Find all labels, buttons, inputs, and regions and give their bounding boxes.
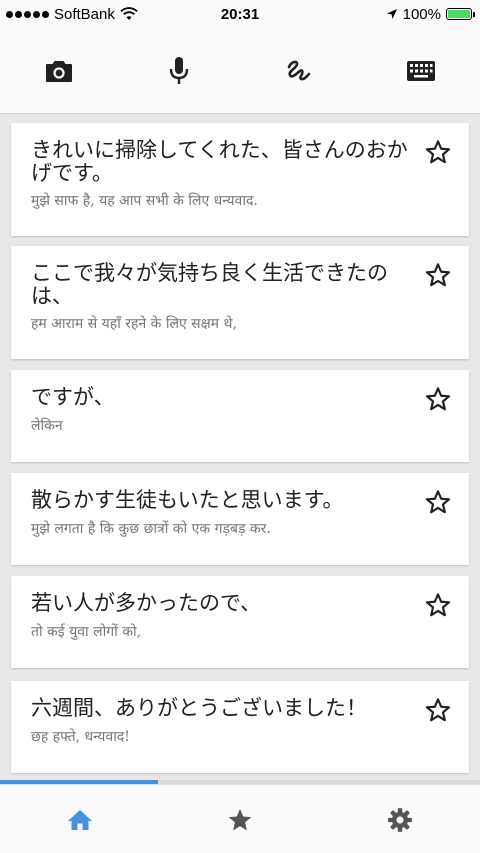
source-text: 六週間、ありがとうございました！ xyxy=(31,696,367,720)
source-text: きれいに掃除してくれた、皆さんのおかげです。 xyxy=(31,138,408,185)
translated-text: मुझे लगता है कि कुछ छात्रों को एक गड़बड़… xyxy=(31,521,271,537)
translation-card[interactable]: ここで我々が気持ち良く生活できたのは、 हम आराम से यहाँ रहने… xyxy=(11,246,469,359)
handwriting-button[interactable] xyxy=(282,54,316,88)
home-icon xyxy=(68,809,92,830)
microphone-icon xyxy=(169,57,189,84)
translation-card[interactable]: ですが、 लेकिन xyxy=(11,370,469,462)
translated-text: छह हफ्ते, धन्यवाद! xyxy=(31,729,130,745)
battery-percent: 100% xyxy=(402,5,441,23)
wifi-icon xyxy=(120,7,138,20)
battery-icon xyxy=(446,8,475,20)
star-outline-icon[interactable] xyxy=(425,139,451,165)
source-text: 若い人が多かったので、 xyxy=(31,591,262,615)
star-outline-icon[interactable] xyxy=(425,386,451,412)
source-text: 散らかす生徒もいたと思います。 xyxy=(31,488,344,512)
translation-card[interactable]: 六週間、ありがとうございました！ छह हफ्ते, धन्यवाद! xyxy=(11,681,469,773)
translated-text: लेकिन xyxy=(31,418,63,434)
translated-text: हम आराम से यहाँ रहने के लिए सक्षम थे, xyxy=(31,316,237,332)
translation-card[interactable]: 若い人が多かったので、 तो कई युवा लोगों को, xyxy=(11,576,469,668)
nav-settings-tab[interactable] xyxy=(320,785,480,853)
star-icon xyxy=(228,808,252,830)
translated-text: तो कई युवा लोगों को, xyxy=(31,624,142,640)
handwriting-icon xyxy=(287,60,311,81)
camera-icon xyxy=(46,61,72,82)
camera-button[interactable] xyxy=(42,54,76,88)
carrier-name: SoftBank xyxy=(54,5,115,23)
translation-card[interactable]: 散らかす生徒もいたと思います。 मुझे लगता है कि कुछ छात्… xyxy=(11,473,469,565)
input-toolbar xyxy=(0,28,480,114)
voice-input-button[interactable] xyxy=(162,54,196,88)
translation-card[interactable]: きれいに掃除してくれた、皆さんのおかげです。 मुझे साफ है, यह आ… xyxy=(11,123,469,236)
clock: 20:31 xyxy=(220,5,260,23)
translated-text: मुझे साफ है, यह आप सभी के लिए धन्यवाद. xyxy=(31,193,258,209)
nav-home-tab[interactable] xyxy=(0,785,160,853)
nav-favorites-tab[interactable] xyxy=(160,785,320,853)
status-bar: SoftBank 20:31 100% xyxy=(0,0,480,28)
gear-icon xyxy=(388,807,412,832)
star-outline-icon[interactable] xyxy=(425,262,451,288)
bottom-navigation xyxy=(0,784,480,853)
star-outline-icon[interactable] xyxy=(425,697,451,723)
source-text: ここで我々が気持ち良く生活できたのは、 xyxy=(31,261,388,308)
signal-strength-icon xyxy=(6,10,49,18)
location-arrow-icon xyxy=(386,9,397,19)
source-text: ですが、 xyxy=(31,385,115,409)
keyboard-button[interactable] xyxy=(404,54,438,88)
star-outline-icon[interactable] xyxy=(425,489,451,515)
star-outline-icon[interactable] xyxy=(425,592,451,618)
keyboard-icon xyxy=(407,61,435,81)
